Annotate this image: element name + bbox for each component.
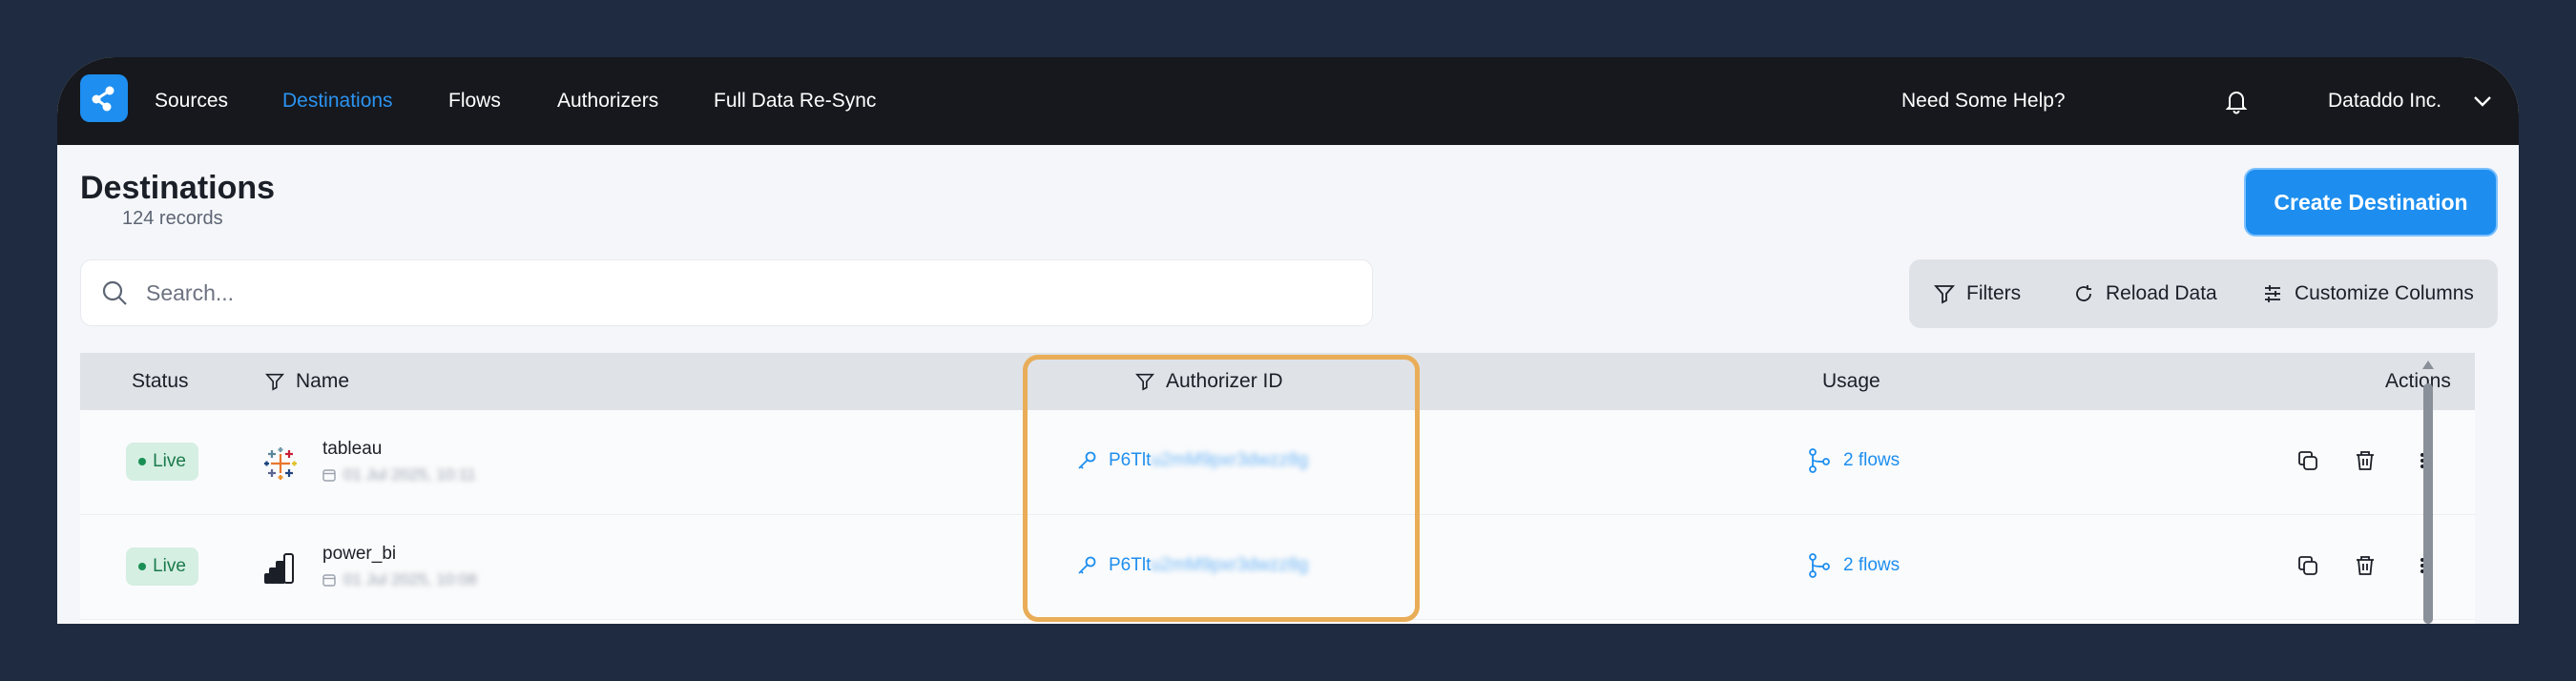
create-destination-button[interactable]: Create Destination	[2244, 168, 2498, 237]
duplicate-icon[interactable]	[2296, 553, 2324, 582]
filters-button[interactable]: Filters	[1934, 259, 2021, 328]
search-icon	[102, 280, 127, 305]
created-date: 01 Jul 2025, 10:08	[322, 570, 477, 589]
destination-name[interactable]: tableau	[322, 439, 382, 460]
column-usage: Usage	[1822, 370, 1880, 392]
status-label: Live	[153, 451, 186, 471]
bell-icon[interactable]	[2221, 86, 2252, 116]
status-dot	[138, 458, 147, 465]
device-frame: Sources Destinations Flows Authorizers F…	[0, 0, 2576, 681]
table-row[interactable]: Live power_bi 01 Jul 2025, 10:08 P6Tlt u…	[80, 515, 2475, 620]
filters-label: Filters	[1966, 282, 2022, 304]
help-link[interactable]: Need Some Help?	[1901, 57, 2066, 145]
destination-name[interactable]: power_bi	[322, 544, 396, 565]
search-box[interactable]	[80, 259, 1373, 326]
flow-branch-icon	[1809, 448, 1830, 473]
status-badge: Live	[126, 443, 198, 481]
column-authorizer-id[interactable]: Authorizer ID	[1135, 353, 1283, 410]
customize-label: Customize Columns	[2295, 282, 2474, 304]
status-badge: Live	[126, 547, 198, 586]
table-toolbar: Filters Reload Data Customize Columns	[1909, 259, 2498, 328]
sliders-icon	[2265, 285, 2280, 302]
nav-authorizers[interactable]: Authorizers	[557, 57, 658, 145]
authorizer-id-redacted: u2mM9pxr3dwzz8g	[1151, 450, 1309, 470]
nav-flows[interactable]: Flows	[448, 57, 501, 145]
search-input[interactable]	[146, 279, 1291, 306]
column-status: Status	[132, 370, 189, 392]
table-scrollbar[interactable]	[2421, 361, 2435, 624]
record-count: 124 records	[122, 208, 223, 229]
column-name-label: Name	[296, 370, 350, 392]
nav-sources[interactable]: Sources	[155, 57, 228, 145]
page-title: Destinations	[80, 170, 276, 206]
calendar-icon	[322, 469, 336, 482]
status-dot	[138, 563, 147, 570]
nav-full-data-resync[interactable]: Full Data Re-Sync	[714, 57, 876, 145]
table-row[interactable]: Live tableau 01 Jul 2025, 10:11 P6Tlt u2…	[80, 410, 2475, 515]
reload-icon	[2076, 285, 2091, 301]
destinations-table: Status Name Authorizer ID Usage Actions	[80, 353, 2475, 624]
key-icon	[1078, 556, 1096, 574]
reload-label: Reload Data	[2106, 282, 2217, 304]
scroll-up-arrow-icon[interactable]	[2422, 361, 2434, 369]
authorizer-id-link[interactable]: P6Tlt u2mM9pxr3dwzz8g	[1076, 555, 1308, 576]
status-label: Live	[153, 556, 186, 576]
usage-flows-link[interactable]: 2 flows	[1807, 448, 1900, 473]
created-date-value: 01 Jul 2025, 10:11	[343, 465, 476, 484]
flow-branch-icon	[1809, 553, 1830, 578]
authorizer-id-redacted: u2mM9pxr3dwzz8g	[1151, 555, 1309, 575]
authorizer-id-prefix: P6Tlt	[1109, 555, 1152, 575]
chevron-down-icon[interactable]	[2471, 90, 2494, 113]
customize-columns-button[interactable]: Customize Columns	[2262, 259, 2474, 328]
filter-icon	[1934, 285, 1955, 304]
filter-icon[interactable]	[265, 372, 284, 391]
duplicate-icon[interactable]	[2296, 448, 2324, 477]
column-name[interactable]: Name	[265, 353, 349, 410]
created-date-value: 01 Jul 2025, 10:08	[343, 570, 477, 588]
column-actions: Actions	[2385, 370, 2451, 392]
nav-destinations[interactable]: Destinations	[282, 57, 393, 145]
usage-label: 2 flows	[1843, 555, 1901, 575]
powerbi-logo-icon	[263, 551, 298, 586]
dataddo-logo-icon[interactable]	[80, 74, 128, 122]
reload-data-button[interactable]: Reload Data	[2073, 259, 2217, 328]
org-switcher-label[interactable]: Dataddo Inc.	[2328, 57, 2441, 145]
app-window: Sources Destinations Flows Authorizers F…	[57, 57, 2519, 624]
trash-icon[interactable]	[2353, 448, 2381, 477]
usage-label: 2 flows	[1843, 450, 1901, 470]
created-date: 01 Jul 2025, 10:11	[322, 465, 476, 485]
authorizer-id-link[interactable]: P6Tlt u2mM9pxr3dwzz8g	[1076, 450, 1308, 471]
authorizer-id-prefix: P6Tlt	[1109, 450, 1152, 470]
tableau-logo-icon	[263, 446, 298, 481]
usage-flows-link[interactable]: 2 flows	[1807, 553, 1900, 578]
column-authorizer-label: Authorizer ID	[1166, 370, 1283, 392]
trash-icon[interactable]	[2353, 553, 2381, 582]
key-icon	[1078, 451, 1096, 469]
scrollbar-thumb[interactable]	[2423, 383, 2433, 624]
filter-icon[interactable]	[1135, 372, 1154, 391]
table-header: Status Name Authorizer ID Usage Actions	[80, 353, 2475, 410]
top-navigation: Sources Destinations Flows Authorizers F…	[57, 57, 2519, 145]
calendar-icon	[322, 574, 336, 587]
